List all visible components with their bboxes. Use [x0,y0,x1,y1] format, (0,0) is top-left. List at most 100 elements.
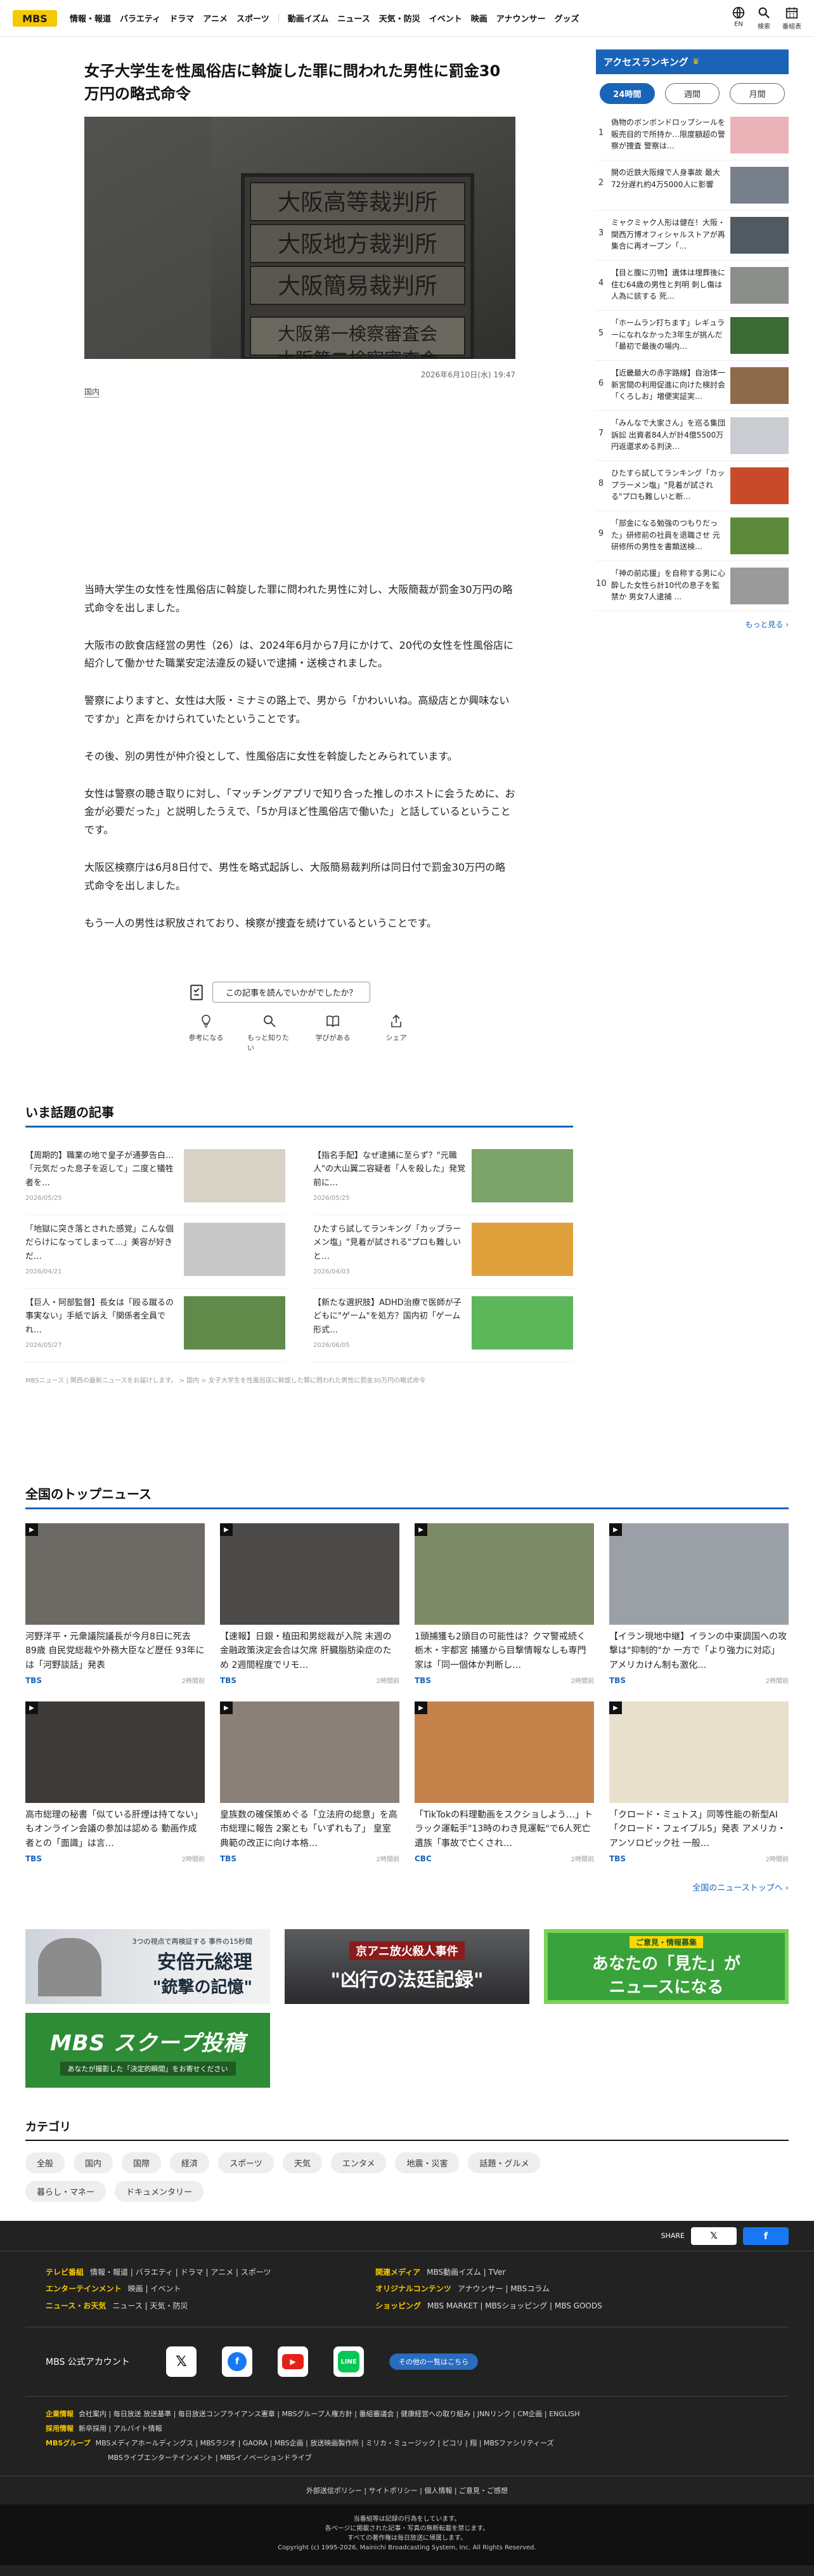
hot-article[interactable]: ひたすら試してランキング「カップラーメン塩」"見着が試される"プロも難しいと… 2… [313,1215,573,1289]
hot-article[interactable]: 【指名手配】なぜ逮捕に至らず？"元職人"の大山翼二容疑者「人を殺した」発覚前に…… [313,1142,573,1215]
line-account-button[interactable]: LINE [333,2346,364,2378]
ranking-thumbnail [730,167,789,204]
nav-newspage[interactable]: ニュース [337,12,370,24]
policy-links[interactable]: 外部送信ポリシー | サイトポリシー | 個人情報 | ご意見・ご感想 [0,2475,814,2504]
nav-douga-ism[interactable]: 動画イズム [288,12,329,24]
footer-link-items[interactable]: ニュース | 天気・防災 [112,2301,188,2310]
ranking-item[interactable]: 2 開の近鉄大阪線で人身事故 最大72分遅れ約4万5000人に影響 [596,160,789,211]
nav-news[interactable]: 情報・報道 [70,12,111,24]
hot-article[interactable]: 「地獄に突き落とされた感覚」こんな個だらけになってしまって…」美容が好きだ… 20… [25,1215,285,1289]
nav-anime[interactable]: アニメ [203,12,228,24]
other-accounts-button[interactable]: その他の一覧はこちら [389,2353,478,2371]
national-more-link[interactable]: 全国のニューストップへ › [25,1881,789,1893]
national-news-card[interactable]: ▶ 【イラン現地中継】イランの中東調国への攻撃は"抑制的"か 一方で「より強力に… [609,1523,789,1685]
footer-link-items[interactable]: MBS MARKET | MBSショッピング | MBS GOODS [427,2301,602,2310]
footer-link-items[interactable]: MBS動画イズム | TVer [427,2268,505,2277]
youtube-account-button[interactable]: ▶ [278,2346,308,2378]
search-icon [758,7,770,19]
national-news-card[interactable]: ▶ 【速報】日銀・植田和男総裁が入院 末週の金融政策決定会合は欠席 肝臓脂肪染症… [220,1523,399,1685]
x-account-button[interactable]: 𝕏 [166,2346,197,2378]
national-news-card[interactable]: ▶ 皇族数の確保策めぐる「立法府の総意」を高市総理に報告 2案とも「いずれも了」… [220,1701,399,1863]
ranking-item[interactable]: 1 偽物のボンボンドロップシールを販売目的で所持か…限度額超の警察が捜査 警察は… [596,110,789,160]
category-chip[interactable]: 地震・災害 [395,2152,460,2173]
category-chip[interactable]: 天気 [282,2152,322,2173]
category-chip[interactable]: ドキュメンタリー [115,2181,204,2202]
hot-article[interactable]: 【新たな選択肢】ADHD治療で医師が子どもに"ゲーム"を処方？国内初「ゲーム形式… [313,1289,573,1362]
nav-drama[interactable]: ドラマ [169,12,194,24]
group-link-items[interactable]: MBSメディアホールディングス | MBSラジオ | GAORA | MBS企画… [96,2439,554,2447]
national-news-card[interactable]: ▶ 1頭捕獲も2頭目の可能性は？クマ警戒続く栃木・宇都宮 捕獲から目撃情報なしも… [415,1523,594,1685]
ranking-item[interactable]: 9 「部金になる勉強のつもりだった」研修前の社員を退職させ 元研修所の男性を書類… [596,511,789,561]
ranking-item[interactable]: 3 ミャクミャク人形は健在！大阪・関西万博オフィシャルストアが再集合に再オープン… [596,211,789,261]
group-link-items[interactable]: 会社案内 | 毎日放送 放送基準 | 毎日放送コンプライアンス憲章 | MBSグ… [79,2410,579,2418]
ranking-item[interactable]: 4 【目と腹に刃物】遺体は埋葬後に住む64歳の男性と判明 刺し傷は人為に該する … [596,261,789,311]
ranking-item[interactable]: 10 「神の前応援」を自称する男に心酔した女性ら計10代の息子を監禁か 男女7人… [596,561,789,611]
category-chip[interactable]: 全般 [25,2152,65,2173]
schedule-button[interactable]: 番組表 [782,6,801,30]
hot-article-date: 2026/05/25 [25,1195,62,1202]
tab-monthly[interactable]: 月間 [730,83,785,104]
nav-movie[interactable]: 映画 [471,12,488,24]
ranking-text: ミャクミャク人形は健在！大阪・関西万博オフィシャルストアが再集合に再オープン「… [611,218,725,251]
footer-link-items[interactable]: アナウンサー | MBSコラム [458,2284,550,2293]
category-chip[interactable]: 話題・グルメ [468,2152,541,2173]
hot-article-text: 【周期的】職業の地で皇子が通夢告白…「元気だった息子を返して」二度と犠牲者を… 2… [25,1149,178,1207]
national-news-card[interactable]: ▶ 河野洋平・元衆議院議長が今月8日に死去 89歳 自民党総裁や外務大臣など歴任… [25,1523,205,1685]
news-source: TBS [220,1675,236,1685]
nav-goods[interactable]: グッズ [555,12,579,24]
tab-24h[interactable]: 24時間 [600,83,655,104]
ranking-thumbnail [730,267,789,304]
banner-tips[interactable]: ご意見・情報募集 あなたの「見た」が ニュースになる [544,1929,789,2004]
ranking-item[interactable]: 8 ひたすら試してランキング「カップラーメン塩」"見着が試される"プロも難しいと… [596,461,789,511]
ranking-number: 5 [598,329,604,338]
tab-weekly[interactable]: 週間 [664,83,720,104]
category-chip[interactable]: 経済 [170,2152,210,2173]
group-link-items[interactable]: MBSライブエンターテインメント | MBSイノベーションドライブ [51,2454,312,2462]
category-chip[interactable]: エンタメ [330,2152,387,2173]
national-news-card[interactable]: ▶ 「クロード・ミュトス」同等性能の新型AI「クロード・フェイブル5」発表 アメ… [609,1701,789,1863]
copyright-line: 各ページに掲載された記事・写真の無断転載を禁じます。 [325,2525,489,2532]
article-category[interactable]: 国内 [84,386,100,398]
reaction-more[interactable]: もっと知りたい [247,1013,292,1053]
national-news-card[interactable]: ▶ 「TikTokの料理動画をスクショしよう…」トラック運転手"13時のわき見運… [415,1701,594,1863]
play-icon: ▶ [609,1523,622,1536]
footer-link-items[interactable]: 情報・報道 | バラエティ | ドラマ | アニメ | スポーツ [90,2268,271,2277]
facebook-account-button[interactable]: f [222,2346,252,2378]
ranking-item[interactable]: 7 「みんなで大家さん」を巡る集団訴訟 出資者84人が計4億5500万円返還求め… [596,411,789,461]
footer-link-items[interactable]: 映画 | イベント [128,2284,181,2293]
hot-articles: いま話題の記事 【周期的】職業の地で皇子が通夢告白…「元気だった息子を返して」二… [25,1102,573,1384]
banner-kyoani[interactable]: 京アニ放火殺人事件 "凶行の法廷記録" [285,1929,529,2004]
nav-announcer[interactable]: アナウンサー [496,12,546,24]
category-chip[interactable]: 国際 [122,2152,162,2173]
nav-weather[interactable]: 天気・防災 [379,12,420,24]
ranking-item[interactable]: 5 「ホームラン打ちます」レギュラーになれなかった3年生が挑んだ「最初で最後の場… [596,311,789,361]
category-chip[interactable]: スポーツ [218,2152,274,2173]
language-button[interactable]: EN [732,6,746,30]
national-news-card[interactable]: ▶ 高市総理の秘書「似ている肝煙は持てない」もオンライン会議の参加は認める 動画… [25,1701,205,1863]
nav-divider [278,13,279,23]
category-chip[interactable]: 国内 [74,2152,113,2173]
logo-text: MBS [22,13,48,25]
ranking-number: 10 [596,579,607,589]
category-chip[interactable]: 暮らし・マネー [25,2181,107,2202]
x-share-button[interactable]: 𝕏 [691,2227,737,2245]
hot-article[interactable]: 【周期的】職業の地で皇子が通夢告白…「元気だった息子を返して」二度と犠牲者を… 2… [25,1142,285,1215]
banner-scoop[interactable]: MBS スクープ投稿 あなたが撮影した「決定的瞬間」をお寄せください [25,2013,270,2088]
ranking-more-link[interactable]: もっと見る › [596,619,789,630]
crown-icon: ♛ [692,57,700,67]
nav-variety[interactable]: バラエティ [120,12,160,24]
banner-abe[interactable]: 3つの視点で再検証する 事件の15秒間 安倍元総理 "銃撃の記憶" [25,1929,270,2004]
reaction-helpful[interactable]: 参考になる [184,1013,228,1053]
group-link-items[interactable]: 新卒採用 | アルバイト情報 [79,2424,162,2433]
footer-link-row: ニュース・お天気 ニュース | 天気・防災 ショッピング MBS MARKET | … [46,2298,768,2314]
nav-sports[interactable]: スポーツ [236,12,269,24]
hot-article-image [184,1149,285,1202]
search-button[interactable]: 検索 [757,6,771,30]
nav-event[interactable]: イベント [429,12,462,24]
mbs-logo[interactable]: MBS [13,9,61,28]
facebook-share-button[interactable]: f [743,2227,789,2245]
ranking-item[interactable]: 6 【近畿最大の赤字路線】自治体一新宮間の利用促進に向けた検討会「くろしお」増便… [596,361,789,411]
reaction-learn[interactable]: 学びがある [311,1013,355,1053]
hot-article[interactable]: 【巨人・阿部監督】長女は「殴る蹴るの事実ない」手紙で訴え「関係者全員でれ… 202… [25,1289,285,1362]
reaction-share[interactable]: シェア [374,1013,418,1053]
